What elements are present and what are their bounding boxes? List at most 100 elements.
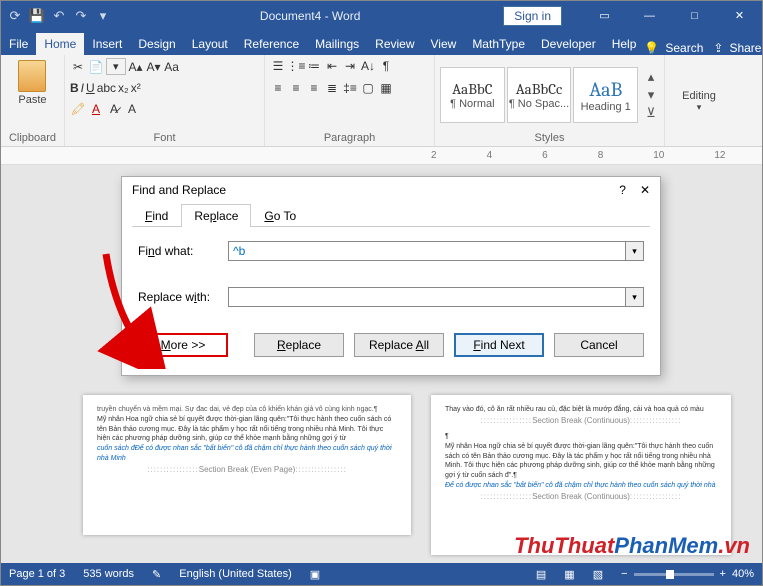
- tab-home[interactable]: Home: [36, 33, 84, 55]
- section-break-even: Section Break (Even Page): [97, 464, 397, 475]
- status-page[interactable]: Page 1 of 3: [9, 568, 65, 580]
- dialog-tab-find[interactable]: Find: [132, 204, 181, 227]
- tab-insert[interactable]: Insert: [84, 33, 130, 55]
- quick-access-toolbar: ⟳ 💾 ↶ ↷ ▾: [1, 8, 117, 24]
- align-center-button[interactable]: ≡: [288, 80, 304, 96]
- group-font-label: Font: [70, 132, 259, 146]
- find-what-input[interactable]: [228, 241, 626, 261]
- zoom-level[interactable]: 40%: [732, 568, 754, 580]
- font-color-button[interactable]: A: [88, 101, 104, 117]
- view-read-icon[interactable]: ▤: [536, 568, 546, 581]
- tab-mailings[interactable]: Mailings: [307, 33, 367, 55]
- zoom-in-button[interactable]: +: [720, 568, 726, 580]
- tab-view[interactable]: View: [423, 33, 465, 55]
- paste-button[interactable]: Paste: [15, 58, 49, 108]
- clear-format-button[interactable]: A̷: [106, 101, 122, 117]
- minimize-button[interactable]: —: [627, 1, 672, 30]
- tab-design[interactable]: Design: [130, 33, 183, 55]
- align-left-button[interactable]: ≡: [270, 80, 286, 96]
- document-page-1[interactable]: truyền chuyển và mềm mại. Sự đac dai, vẻ…: [83, 395, 411, 535]
- sort-button[interactable]: A↓: [360, 58, 376, 74]
- dialog-tab-goto[interactable]: Go To: [251, 204, 309, 227]
- tab-file[interactable]: File: [1, 33, 36, 55]
- numbering-button[interactable]: ⋮≡: [288, 58, 304, 74]
- shrink-font-icon[interactable]: A▾: [146, 59, 162, 75]
- cancel-button[interactable]: Cancel: [554, 333, 644, 357]
- search-label[interactable]: Search: [665, 41, 703, 55]
- status-macro-icon[interactable]: ▣: [310, 568, 320, 581]
- qat-more-icon[interactable]: ▾: [95, 8, 111, 24]
- autosave-icon[interactable]: ⟳: [7, 8, 23, 24]
- find-next-button[interactable]: Find Next: [454, 333, 544, 357]
- cut-icon[interactable]: ✂: [70, 59, 86, 75]
- styles-more-icon[interactable]: ⊻: [643, 105, 659, 121]
- close-button[interactable]: ✕: [717, 1, 762, 30]
- tab-references[interactable]: Reference: [236, 33, 307, 55]
- dialog-close-button[interactable]: ✕: [640, 183, 650, 197]
- bold-button[interactable]: B: [70, 81, 79, 95]
- tab-mathtype[interactable]: MathType: [464, 33, 533, 55]
- group-paragraph-label: Paragraph: [270, 132, 429, 146]
- share-label[interactable]: Share: [729, 41, 761, 55]
- font-size-box[interactable]: ▾: [106, 58, 126, 75]
- redo-icon[interactable]: ↷: [73, 8, 89, 24]
- view-print-icon[interactable]: ▦: [564, 568, 574, 581]
- more-button[interactable]: More >>: [138, 333, 228, 357]
- signin-button[interactable]: Sign in: [503, 6, 562, 26]
- zoom-slider[interactable]: [634, 573, 714, 576]
- align-right-button[interactable]: ≡: [306, 80, 322, 96]
- undo-icon[interactable]: ↶: [51, 8, 67, 24]
- shading-button[interactable]: ▢: [360, 80, 376, 96]
- subscript-button[interactable]: x₂: [118, 81, 129, 95]
- replace-all-button[interactable]: Replace All: [354, 333, 444, 357]
- find-replace-dialog: Find and Replace ? ✕ Find Replace Go To …: [121, 176, 661, 376]
- status-language[interactable]: English (United States): [179, 568, 292, 580]
- document-page-2[interactable]: Thay vào đó, cô ăn rất nhiều rau củ, đặc…: [431, 395, 731, 555]
- zoom-out-button[interactable]: −: [621, 568, 627, 580]
- style-heading1[interactable]: AaB Heading 1: [573, 67, 638, 123]
- tab-review[interactable]: Review: [367, 33, 422, 55]
- maximize-button[interactable]: □: [672, 1, 717, 30]
- text-effects-button[interactable]: A: [124, 101, 140, 117]
- show-marks-button[interactable]: ¶: [378, 58, 394, 74]
- italic-button[interactable]: I: [81, 81, 84, 95]
- copy-icon[interactable]: 📄: [88, 59, 104, 75]
- strike-button[interactable]: abc: [97, 81, 116, 95]
- borders-button[interactable]: ▦: [378, 80, 394, 96]
- watermark: ThuThuatPhanMem.vn: [514, 533, 750, 559]
- change-case-icon[interactable]: Aa: [164, 59, 180, 75]
- replace-button[interactable]: Replace: [254, 333, 344, 357]
- replace-with-dropdown[interactable]: ▾: [626, 287, 644, 307]
- styles-down-icon[interactable]: ▾: [643, 87, 659, 103]
- style-normal[interactable]: AaBbC ¶ Normal: [440, 67, 505, 123]
- justify-button[interactable]: ≣: [324, 80, 340, 96]
- grow-font-icon[interactable]: A▴: [128, 59, 144, 75]
- status-proofing-icon[interactable]: ✎: [152, 568, 161, 581]
- editing-button[interactable]: Editing ▾: [679, 88, 719, 115]
- status-words[interactable]: 535 words: [83, 568, 134, 580]
- tab-developer[interactable]: Developer: [533, 33, 604, 55]
- share-icon[interactable]: ⇪: [713, 41, 723, 55]
- increase-indent-button[interactable]: ⇥: [342, 58, 358, 74]
- tab-help[interactable]: Help: [604, 33, 645, 55]
- tab-layout[interactable]: Layout: [184, 33, 236, 55]
- style-no-spacing[interactable]: AaBbCc ¶ No Spac...: [507, 67, 572, 123]
- superscript-button[interactable]: x²: [131, 81, 141, 95]
- status-bar: Page 1 of 3 535 words ✎ English (United …: [1, 563, 762, 585]
- search-icon[interactable]: 💡: [644, 41, 659, 55]
- line-spacing-button[interactable]: ‡≡: [342, 80, 358, 96]
- decrease-indent-button[interactable]: ⇤: [324, 58, 340, 74]
- ribbon-options-icon[interactable]: ▭: [582, 1, 627, 30]
- section-break-cont-1: Section Break (Continuous): [445, 415, 717, 426]
- view-web-icon[interactable]: ▧: [593, 568, 603, 581]
- save-icon[interactable]: 💾: [29, 8, 45, 24]
- replace-with-input[interactable]: [228, 287, 626, 307]
- find-what-dropdown[interactable]: ▾: [626, 241, 644, 261]
- highlight-button[interactable]: 🖍: [70, 101, 86, 117]
- dialog-tab-replace[interactable]: Replace: [181, 204, 251, 227]
- underline-button[interactable]: U: [86, 81, 95, 95]
- bullets-button[interactable]: ☰: [270, 58, 286, 74]
- dialog-help-button[interactable]: ?: [619, 183, 626, 197]
- multilevel-button[interactable]: ≔: [306, 58, 322, 74]
- styles-up-icon[interactable]: ▴: [643, 69, 659, 85]
